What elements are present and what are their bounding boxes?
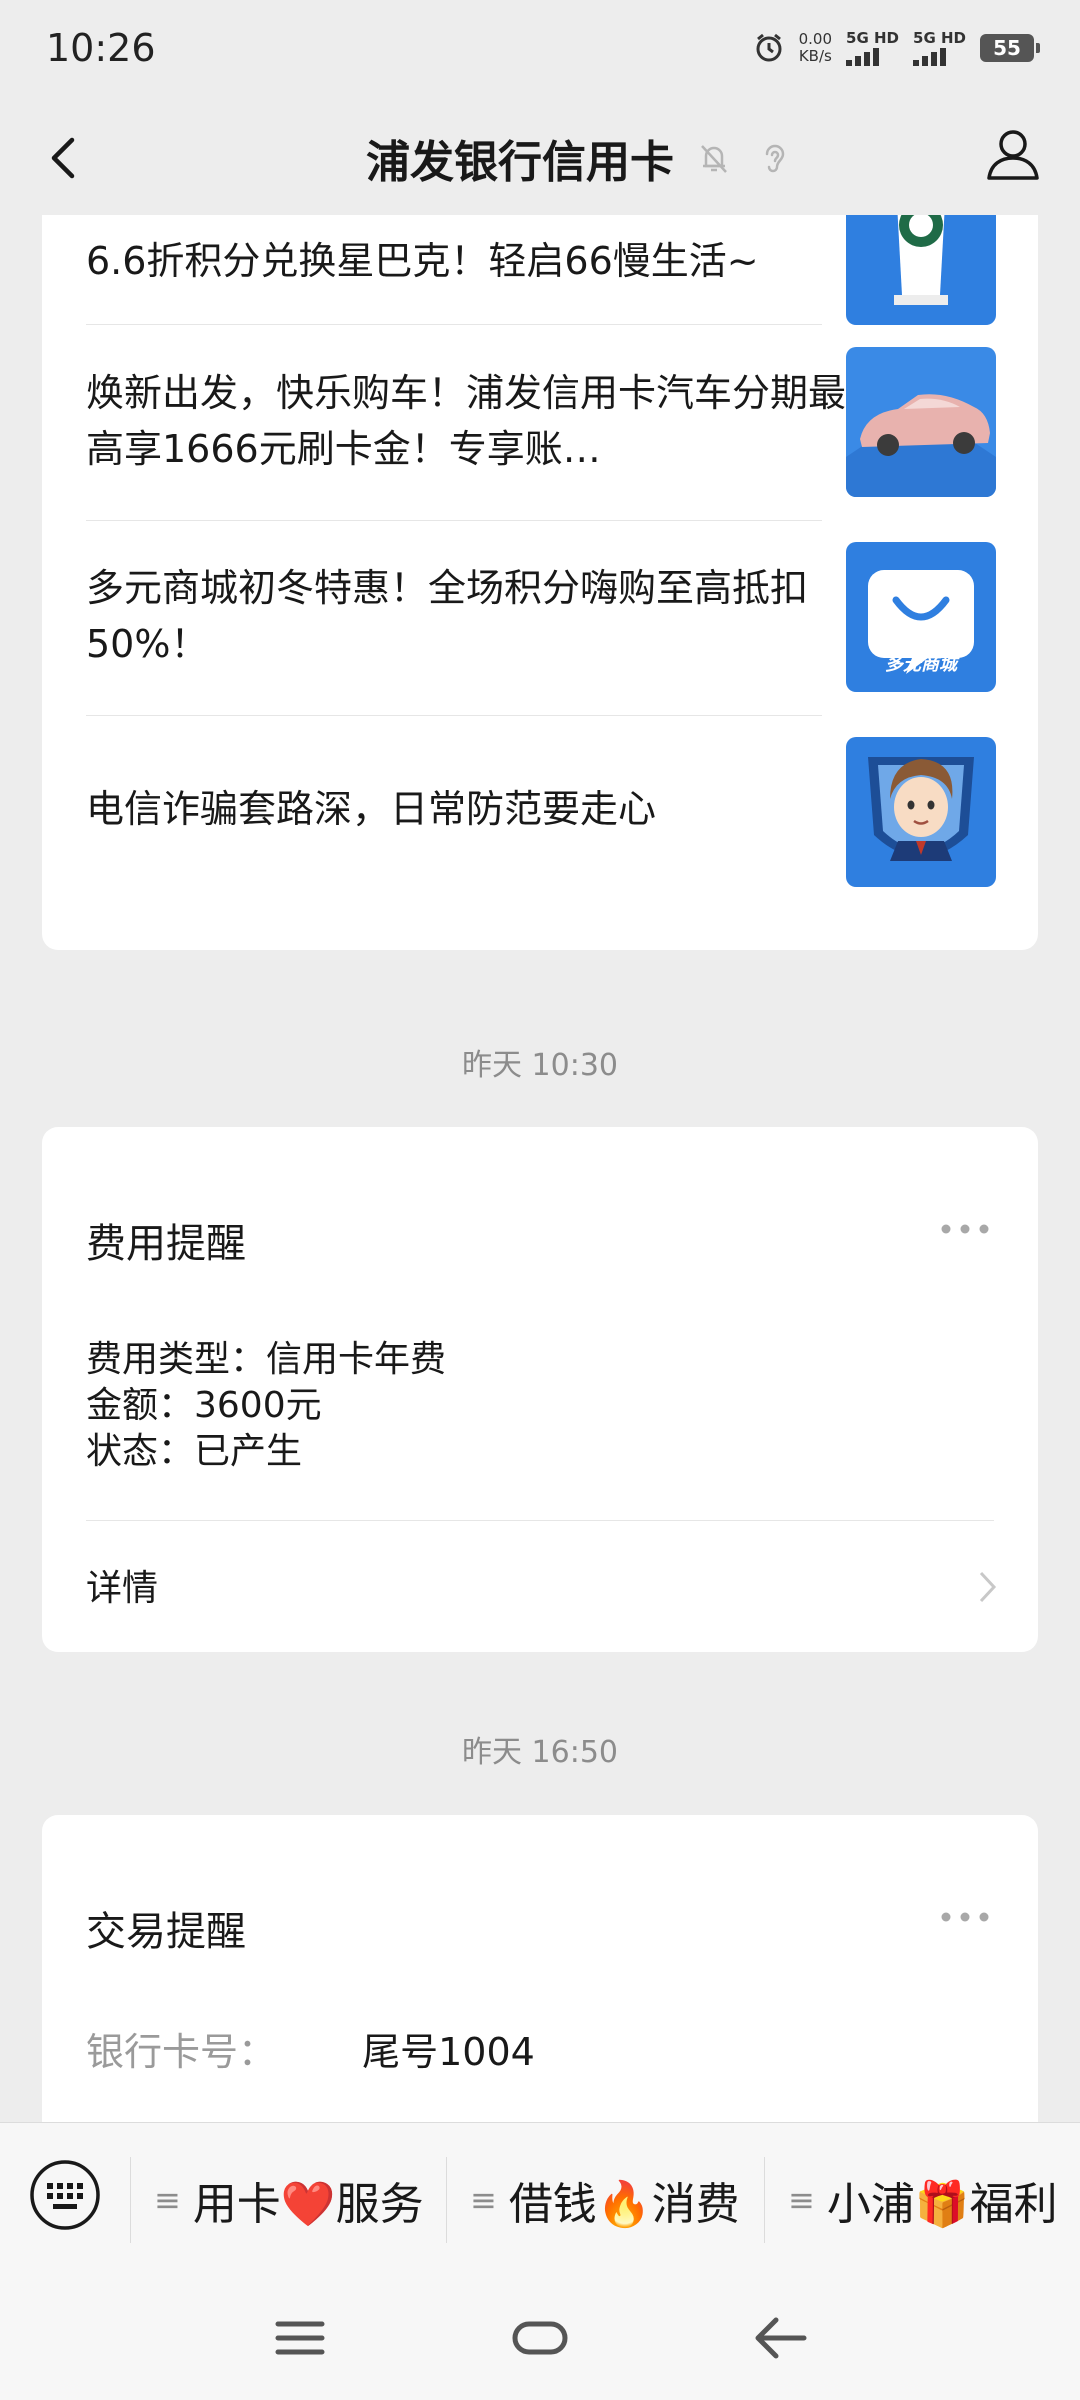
more-options-icon[interactable]	[940, 1223, 990, 1235]
status-indicators: 0.00 KB/s 5G HD 5G HD 55	[753, 30, 1040, 66]
notice-body: 费用类型：信用卡年费 金额：3600元 状态：已产生	[86, 1337, 446, 1475]
menu-loan[interactable]: ≡ 借钱🔥消费	[470, 2123, 740, 2277]
menu-list-icon: ≡	[470, 2181, 497, 2219]
article-item[interactable]: 多元商城初冬特惠！全场积分嗨购至高抵扣50%！ 多元商城	[86, 520, 996, 715]
recent-apps-icon[interactable]	[268, 2306, 332, 2370]
menu-card-service[interactable]: ≡ 用卡❤️服务	[154, 2123, 424, 2277]
mute-bell-icon	[701, 144, 727, 173]
menu-label: 用卡❤️服务	[192, 2179, 424, 2230]
message-timestamp: 昨天 10:30	[462, 1048, 618, 1083]
network-speed: 0.00 KB/s	[799, 31, 832, 65]
signal-bars-icon	[846, 48, 880, 66]
fee-status-line: 状态：已产生	[86, 1431, 303, 1472]
ear-icon	[765, 144, 785, 172]
custom-menu-bar: ≡ 用卡❤️服务 ≡ 借钱🔥消费 ≡ 小浦🎁福利	[0, 2122, 1080, 2276]
card-number-value: 尾号1004	[362, 2030, 535, 2074]
keyboard-toggle-icon[interactable]	[28, 2158, 102, 2232]
menu-separator	[446, 2157, 447, 2243]
back-icon[interactable]	[748, 2306, 812, 2370]
menu-separator	[764, 2157, 765, 2243]
status-time: 10:26	[46, 26, 156, 70]
article-item[interactable]: 焕新出发，快乐购车！浦发信用卡汽车分期最高享1666元刷卡金！专享账…	[86, 325, 996, 520]
status-bar: 10:26 0.00 KB/s 5G HD 5G HD 55	[0, 0, 1080, 100]
article-title: 电信诈骗套路深，日常防范要走心	[86, 787, 657, 831]
police-avatar-icon	[846, 737, 996, 887]
signal-1-label: 5G HD	[846, 29, 900, 47]
mall-logo-text: 多元商城	[885, 654, 957, 675]
article-item[interactable]: 电信诈骗套路深，日常防范要走心	[86, 715, 996, 910]
transaction-notice-card[interactable]: 交易提醒 银行卡号： 尾号1004	[42, 1815, 1038, 2122]
signal-2: 5G HD	[913, 30, 966, 66]
more-options-icon[interactable]	[940, 1911, 990, 1923]
article-card: 6.6折积分兑换星巴克！轻启66慢生活~ 焕新出发，快乐购车！浦发信用卡汽车分期…	[42, 215, 1038, 950]
chat-screen: 10:26 0.00 KB/s 5G HD 5G HD 55 浦发银行信用卡 6…	[0, 0, 1080, 2400]
divider	[86, 1520, 994, 1521]
notice-title: 交易提醒	[86, 1909, 246, 1955]
net-speed-unit: KB/s	[798, 47, 832, 65]
net-speed-value: 0.00	[798, 30, 833, 48]
card-number-label: 银行卡号：	[86, 2030, 277, 2074]
article-title: 多元商城初冬特惠！全场积分嗨购至高抵扣50%！	[86, 566, 809, 666]
fee-amount-line: 金额：3600元	[86, 1385, 322, 1426]
menu-list-icon: ≡	[154, 2181, 181, 2219]
signal-bars-icon	[913, 48, 947, 66]
fee-notice-card[interactable]: 费用提醒 费用类型：信用卡年费 金额：3600元 状态：已产生 详情	[42, 1127, 1038, 1652]
top-nav-bar: 浦发银行信用卡	[0, 100, 1080, 215]
menu-separator	[130, 2157, 131, 2243]
message-list[interactable]: 6.6折积分兑换星巴克！轻启66慢生活~ 焕新出发，快乐购车！浦发信用卡汽车分期…	[0, 215, 1080, 2122]
mall-bag-icon: 多元商城	[846, 542, 996, 692]
article-title: 6.6折积分兑换星巴克！轻启66慢生活~	[86, 239, 759, 283]
card-number-row: 银行卡号： 尾号1004	[86, 2021, 535, 2076]
battery-icon: 55	[980, 34, 1040, 62]
starbucks-cup-icon	[846, 215, 996, 325]
home-icon[interactable]	[508, 2306, 572, 2370]
fee-type-line: 费用类型：信用卡年费	[86, 1339, 447, 1380]
menu-benefits[interactable]: ≡ 小浦🎁福利	[788, 2123, 1058, 2277]
nav-title-group: 浦发银行信用卡	[0, 100, 1080, 215]
car-icon	[846, 347, 996, 497]
detail-link[interactable]: 详情	[86, 1559, 158, 1611]
signal-1: 5G HD	[846, 30, 899, 66]
notice-title: 费用提醒	[86, 1221, 246, 1267]
message-timestamp: 昨天 16:50	[462, 1735, 618, 1770]
system-navigation-bar	[0, 2276, 1080, 2400]
menu-label: 小浦🎁福利	[826, 2179, 1058, 2230]
signal-2-label: 5G HD	[913, 29, 966, 47]
profile-icon[interactable]	[980, 122, 1046, 188]
chevron-right-icon	[979, 1571, 997, 1603]
article-title: 焕新出发，快乐购车！浦发信用卡汽车分期最高享1666元刷卡金！专享账…	[86, 371, 847, 471]
page-title: 浦发银行信用卡	[366, 136, 674, 188]
menu-label: 借钱🔥消费	[508, 2179, 740, 2230]
article-item[interactable]: 6.6折积分兑换星巴克！轻启66慢生活~	[86, 215, 996, 325]
alarm-icon	[756, 33, 782, 62]
menu-list-icon: ≡	[788, 2181, 815, 2219]
